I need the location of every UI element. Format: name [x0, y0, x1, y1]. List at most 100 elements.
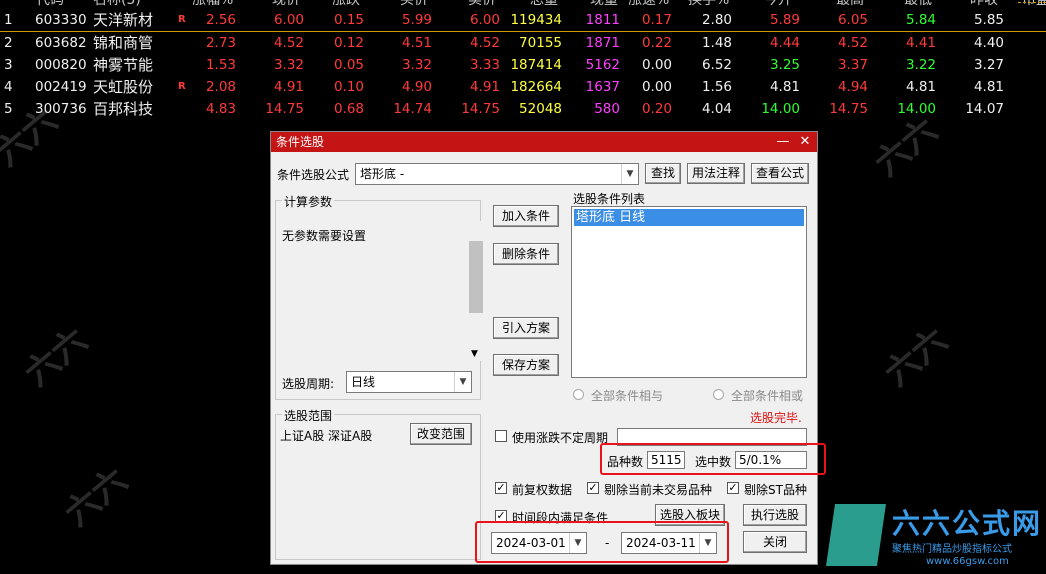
stock-name: 天洋新材 — [93, 11, 154, 29]
condition-list-item[interactable]: 塔形底 日线 — [574, 209, 804, 226]
speed: 0.17 — [641, 12, 672, 28]
volume: 52048 — [519, 101, 562, 117]
change: 0.15 — [333, 12, 364, 28]
ask: 4.52 — [469, 35, 500, 51]
add-condition-button[interactable]: 加入条件 — [493, 205, 559, 227]
radio-all-and[interactable] — [573, 389, 584, 400]
col-speed[interactable]: 涨速% — [628, 0, 669, 9]
logo-text: 六六公式网 — [892, 507, 1043, 540]
stock-code: 603682 — [35, 35, 87, 51]
col-ask[interactable]: 卖价 — [468, 0, 496, 9]
chevron-down-icon[interactable]: ▼ — [454, 372, 471, 392]
site-logo: 六六公式网 聚焦热门精品炒股指标公式 www.66gsw.com — [826, 500, 1046, 574]
price: 6.00 — [273, 12, 304, 28]
high: 4.94 — [837, 79, 868, 95]
price: 4.52 — [273, 35, 304, 51]
header-divider — [1018, 2, 1046, 6]
minimize-button[interactable]: — — [773, 132, 793, 152]
col-name[interactable]: 名称(5) — [93, 0, 141, 9]
params-scrollbar[interactable]: ▼ — [468, 221, 485, 361]
col-chg-pct[interactable]: 涨幅% — [192, 0, 233, 9]
volume: 187414 — [510, 57, 562, 73]
exclude-untraded-checkbox[interactable]: ✓ — [587, 482, 599, 494]
margin-mark: R — [178, 81, 186, 92]
table-row[interactable]: 2 603682 锦和商管 2.73 4.52 0.12 4.51 4.52 7… — [0, 32, 1046, 54]
save-plan-button[interactable]: 保存方案 — [493, 354, 559, 376]
row-index: 5 — [4, 101, 13, 117]
turnover: 6.52 — [701, 57, 732, 73]
close-icon[interactable]: ✕ — [795, 132, 815, 152]
delete-condition-button[interactable]: 删除条件 — [493, 243, 559, 265]
table-row[interactable]: 5 300736 百邦科技 4.83 14.75 0.68 14.74 14.7… — [0, 98, 1046, 120]
stock-name: 天虹股份 — [93, 78, 154, 96]
usage-notes-button[interactable]: 用法注释 — [687, 163, 745, 184]
open: 4.44 — [769, 35, 800, 51]
params-group: 计算参数 无参数需要设置 ▼ 选股周期: 日线 ▼ — [275, 193, 485, 400]
change-range-button[interactable]: 改变范围 — [410, 423, 472, 445]
table-row[interactable]: 1 603330 天洋新材 R 2.56 6.00 0.15 5.99 6.00… — [0, 9, 1046, 31]
exclude-st-checkbox[interactable]: ✓ — [727, 482, 739, 494]
col-open[interactable]: 今开 — [764, 0, 792, 9]
logo-subtitle: 聚焦热门精品炒股指标公式 — [892, 544, 1012, 555]
col-volume[interactable]: 总量 — [530, 0, 558, 9]
col-high[interactable]: 最高 — [836, 0, 864, 9]
period-label: 选股周期: — [282, 377, 335, 391]
execute-button[interactable]: 执行选股 — [743, 504, 807, 526]
high: 3.37 — [837, 57, 868, 73]
stock-code: 300736 — [35, 101, 87, 117]
price: 4.91 — [273, 79, 304, 95]
turnover: 2.80 — [701, 12, 732, 28]
col-code[interactable]: 代码 — [36, 0, 64, 9]
speed: 0.00 — [641, 57, 672, 73]
radio-all-or-label: 全部条件相或 — [731, 389, 804, 403]
col-turnover[interactable]: 换手% — [688, 0, 729, 9]
low: 4.81 — [905, 79, 936, 95]
period-select[interactable]: 日线 ▼ — [346, 371, 472, 393]
col-change[interactable]: 涨跌 — [332, 0, 360, 9]
watermark: 六六 — [17, 320, 96, 395]
col-price[interactable]: 现价 — [272, 0, 300, 9]
chg-pct: 2.73 — [205, 35, 236, 51]
condition-list[interactable]: 塔形底 日线 — [571, 206, 807, 378]
range-group-label: 选股范围 — [282, 407, 335, 424]
low: 3.22 — [905, 57, 936, 73]
change: 0.10 — [333, 79, 364, 95]
prev-close: 3.27 — [973, 57, 1004, 73]
exclude-st-label: 剔除ST品种 — [744, 483, 807, 497]
stock-name: 百邦科技 — [93, 100, 154, 118]
dialog-title: 条件选股 — [276, 135, 325, 149]
condition-list-label: 选股条件列表 — [573, 192, 646, 206]
stock-code: 603330 — [35, 12, 87, 28]
stock-name: 神雾节能 — [93, 56, 154, 74]
import-plan-button[interactable]: 引入方案 — [493, 317, 559, 339]
close-button[interactable]: 关闭 — [743, 531, 807, 553]
table-row[interactable]: 3 000820 神雾节能 1.53 3.32 0.05 3.32 3.33 1… — [0, 54, 1046, 76]
cur-vol: 1637 — [585, 79, 620, 95]
dialog-title-bar[interactable]: 条件选股 — [271, 132, 817, 152]
col-cur-vol[interactable]: 现量 — [590, 0, 618, 9]
col-prev[interactable]: 昨收 — [970, 0, 998, 9]
row-index: 2 — [4, 35, 13, 51]
fq-checkbox[interactable]: ✓ — [495, 482, 507, 494]
volume: 119434 — [510, 12, 562, 28]
turnover: 1.56 — [701, 79, 732, 95]
cur-vol: 580 — [594, 101, 620, 117]
table-row[interactable]: 4 002419 天虹股份 R 2.08 4.91 0.10 4.90 4.91… — [0, 76, 1046, 98]
row-index: 1 — [4, 12, 13, 28]
use-period-checkbox[interactable] — [495, 430, 507, 442]
chevron-down-icon[interactable]: ▼ — [471, 349, 478, 359]
open: 5.89 — [769, 12, 800, 28]
view-formula-button[interactable]: 查看公式 — [751, 163, 809, 184]
scroll-thumb[interactable] — [469, 241, 483, 313]
col-low[interactable]: 最低 — [904, 0, 932, 9]
change: 0.12 — [333, 35, 364, 51]
price: 14.75 — [265, 101, 304, 117]
use-period-label: 使用涨跌不定周期 — [512, 431, 609, 445]
highlight-box-counts — [600, 443, 826, 475]
chevron-down-icon[interactable]: ▼ — [621, 164, 638, 184]
find-button[interactable]: 查找 — [645, 163, 681, 184]
params-group-label: 计算参数 — [282, 193, 335, 210]
radio-all-or[interactable] — [713, 389, 724, 400]
col-bid[interactable]: 买价 — [400, 0, 428, 9]
formula-combo[interactable]: 塔形底 - ▼ — [355, 163, 639, 185]
